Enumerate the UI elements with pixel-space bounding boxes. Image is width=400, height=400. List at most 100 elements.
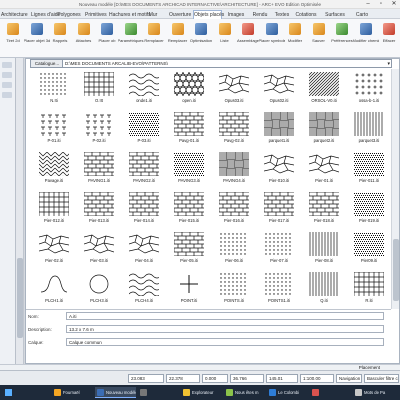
ribbon-button-10[interactable]: Assemblage bbox=[235, 21, 261, 55]
catalog-button[interactable]: Catalogue... bbox=[30, 59, 64, 68]
pattern-swatch bbox=[84, 112, 114, 136]
chevron-down-icon[interactable]: ▾ bbox=[387, 60, 390, 67]
tool-icon bbox=[242, 23, 254, 35]
taskbar-app-2[interactable] bbox=[138, 387, 179, 398]
pattern-swatch bbox=[219, 272, 249, 296]
tab-carto[interactable]: Carto bbox=[352, 10, 372, 19]
ribbon-button-14[interactable]: Préférences bbox=[329, 21, 355, 55]
taskbar-app-1[interactable]: Nouveau modèle bbox=[95, 387, 136, 398]
angle-field[interactable]: 0.000 bbox=[202, 374, 228, 383]
pattern-swatch bbox=[309, 272, 339, 296]
pattern-tile[interactable]: Pier09.iti bbox=[343, 230, 395, 270]
ribbon-button-5[interactable]: Paramétriques bbox=[118, 21, 144, 55]
name-field[interactable]: A.iti bbox=[66, 312, 384, 320]
coord-x[interactable]: 23.083 bbox=[128, 374, 164, 383]
dx-field[interactable]: 36.766 bbox=[230, 374, 264, 383]
ribbon-button-label: Optimisation bbox=[189, 38, 213, 43]
ribbon-button-13[interactable]: Sauver bbox=[306, 21, 332, 55]
ribbon-button-1[interactable]: Placer objet 3d bbox=[24, 21, 50, 55]
ribbon-button-9[interactable]: Liste bbox=[212, 21, 238, 55]
left-toolpanel bbox=[0, 58, 16, 378]
path-dropdown[interactable]: D:\MES DOCUMENTS ARCALIB-EVO\PATTERNS\ ▾ bbox=[62, 59, 392, 68]
ribbon-button-0[interactable]: Tiret 2d bbox=[0, 21, 26, 55]
dy-field[interactable]: 145.01 bbox=[266, 374, 298, 383]
tab-lignes-d-aide[interactable]: Lignes d'aide bbox=[30, 10, 60, 19]
tab-cotations[interactable]: Cotations bbox=[294, 10, 318, 19]
tool-icon bbox=[7, 23, 19, 35]
maximize-icon[interactable]: ▫ bbox=[375, 0, 387, 9]
pattern-tile[interactable]: ossa-b-1.iti bbox=[343, 70, 395, 110]
pattern-swatch bbox=[39, 72, 69, 96]
tab-objets-plac-s[interactable]: Objets placés bbox=[193, 10, 224, 19]
left-scrollbar[interactable] bbox=[16, 58, 24, 368]
ribbon-button-label: Modifier chemin bbox=[352, 38, 379, 43]
taskbar-app-0[interactable]: Fournaël bbox=[52, 387, 93, 398]
pattern-tile[interactable]: parquet3.iti bbox=[343, 110, 395, 150]
scroll-thumb[interactable] bbox=[17, 258, 23, 338]
ribbon-toolbar: Tiret 2d Placer objet 3d Rappels Attaches Pl… bbox=[0, 19, 400, 58]
tab-hachures-et-motifs[interactable]: Hachures et motifs bbox=[108, 10, 151, 19]
pattern-label: ossa-b-1.iti bbox=[358, 98, 380, 103]
windows-start-icon[interactable] bbox=[2, 387, 16, 398]
taskbar-app-3[interactable]: Explorateur bbox=[181, 387, 222, 398]
ribbon-button-15[interactable]: Modifier chemin bbox=[353, 21, 379, 55]
scroll-thumb[interactable] bbox=[393, 239, 399, 301]
navigation-select[interactable]: Navigation bbox=[336, 374, 362, 383]
tab-architecture[interactable]: Architecture bbox=[0, 10, 28, 19]
pattern-swatch bbox=[354, 112, 384, 136]
tab-primitives[interactable]: Primitives bbox=[84, 10, 107, 19]
description-label: Description: bbox=[28, 327, 52, 332]
tab-textes[interactable]: Textes bbox=[272, 10, 292, 19]
tool-icon[interactable] bbox=[2, 72, 12, 78]
tool-icon bbox=[124, 23, 137, 35]
tab-ouverture[interactable]: Ouverture bbox=[168, 10, 191, 19]
ribbon-button-label: Placer ob bbox=[98, 38, 116, 43]
tool-icon bbox=[359, 23, 372, 35]
pattern-swatch bbox=[174, 192, 204, 216]
ribbon-button-label: Liste bbox=[220, 38, 229, 43]
pattern-tile[interactable]: Pier-019.iti bbox=[343, 190, 395, 230]
tool-icon[interactable] bbox=[2, 82, 12, 88]
pattern-swatch bbox=[84, 192, 114, 216]
ribbon-button-label: Placer symbole bbox=[258, 38, 285, 43]
pattern-label: Pier09.iti bbox=[360, 258, 378, 263]
pattern-swatch bbox=[84, 152, 114, 176]
tool-icon[interactable] bbox=[2, 62, 12, 68]
taskbar-app-6[interactable] bbox=[310, 387, 351, 398]
description-field[interactable]: 13.2 x 7.6 m bbox=[66, 325, 384, 333]
taskbar-app-5[interactable]: Le Colombi bbox=[267, 387, 308, 398]
ribbon-button-16[interactable]: Effacer bbox=[376, 21, 400, 55]
taskbar-app-label: Explorateur bbox=[192, 390, 214, 395]
pattern-tile[interactable]: Pier-011.iti bbox=[343, 150, 395, 190]
tab-surfaces[interactable]: Surfaces bbox=[320, 10, 350, 19]
layer-field[interactable]: Calque commun bbox=[66, 338, 384, 346]
tab-polygones[interactable]: Polygones bbox=[56, 10, 82, 19]
tool-icon bbox=[289, 23, 301, 35]
tool-icon bbox=[336, 23, 348, 35]
pattern-swatch bbox=[39, 232, 69, 256]
ribbon-button-3[interactable]: Attaches bbox=[71, 21, 97, 55]
pattern-tile[interactable]: R.iti bbox=[343, 270, 395, 310]
ribbon-button-11[interactable]: Placer symbole bbox=[259, 21, 285, 55]
taskbar-app-4[interactable]: Nous êtes m bbox=[224, 387, 265, 398]
ribbon-button-4[interactable]: Placer ob bbox=[94, 21, 120, 55]
pattern-swatch bbox=[174, 112, 204, 136]
ribbon-button-6[interactable]: Remplacer bbox=[141, 21, 167, 55]
tab-rendu[interactable]: Rendu bbox=[250, 10, 270, 19]
minimize-icon[interactable]: – bbox=[362, 0, 374, 9]
ribbon-button-2[interactable]: Rappels bbox=[47, 21, 73, 55]
pattern-swatch bbox=[354, 192, 384, 216]
filter-select[interactable]: Basculer filtre ca bbox=[364, 374, 399, 383]
ribbon-button-8[interactable]: Optimisation bbox=[188, 21, 214, 55]
coord-y[interactable]: 22.378 bbox=[166, 374, 200, 383]
taskbar-app-7[interactable]: Mots de Pa bbox=[353, 387, 394, 398]
tab-mur[interactable]: Mur bbox=[140, 10, 166, 19]
ribbon-button-12[interactable]: Modifier bbox=[282, 21, 308, 55]
tab-images[interactable]: Images bbox=[224, 10, 248, 19]
grid-scrollbar[interactable] bbox=[391, 69, 399, 309]
close-icon[interactable]: ✕ bbox=[388, 0, 400, 9]
tool-icon[interactable] bbox=[2, 92, 12, 98]
ribbon-button-7[interactable]: Remplacer bbox=[165, 21, 191, 55]
scale-field[interactable]: 1:100.00 bbox=[300, 374, 334, 383]
ribbon-button-label: Effacer bbox=[382, 38, 396, 43]
